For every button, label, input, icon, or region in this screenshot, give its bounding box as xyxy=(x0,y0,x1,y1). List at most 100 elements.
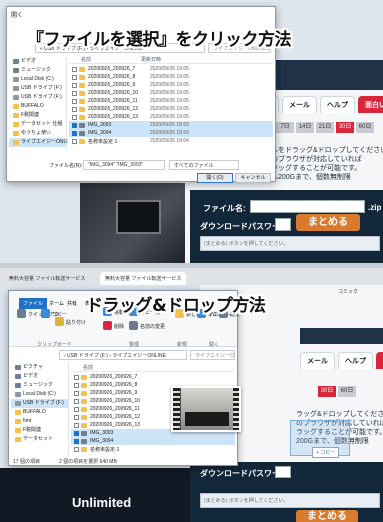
browser-tab-active[interactable]: 無料大容量 ファイル転送サービス xyxy=(100,272,187,285)
tab-help[interactable]: ヘルプ xyxy=(320,96,355,113)
merge-button[interactable]: まとめる xyxy=(296,510,358,522)
password-input[interactable] xyxy=(275,218,291,231)
file-type-select[interactable]: すべてのファイル xyxy=(169,160,239,170)
file-icon xyxy=(79,114,85,120)
row-checkbox[interactable] xyxy=(72,122,77,128)
row-checkbox[interactable] xyxy=(72,82,77,88)
file-row[interactable]: 名称未設定-1 2020/09/26 19:04 xyxy=(69,137,273,145)
merge-button[interactable]: まとめる xyxy=(296,214,360,231)
tab-mail[interactable]: メール xyxy=(282,96,317,113)
tab-mail[interactable]: メール xyxy=(300,352,335,369)
row-checkbox[interactable] xyxy=(74,438,79,444)
day-option[interactable]: 21日 xyxy=(316,122,334,133)
bookmark[interactable]: コミック xyxy=(338,288,358,295)
ribbon-item-label[interactable]: 削除 xyxy=(114,323,124,330)
row-checkbox[interactable] xyxy=(72,114,77,120)
row-checkbox[interactable] xyxy=(74,406,79,412)
nav-item[interactable]: ライブエイジーONLI xyxy=(9,138,68,147)
nav-item[interactable]: font xyxy=(11,417,68,426)
file-row[interactable]: 20200926_200926_10 2020/09/26 19:05 xyxy=(69,89,273,97)
file-icon xyxy=(81,382,87,388)
nav-item[interactable]: データセット 仕組 xyxy=(9,120,66,129)
nav-item[interactable]: ミュージック xyxy=(11,381,68,390)
file-row[interactable]: 20200926_200926_8 2020/09/26 19:05 xyxy=(69,73,273,81)
tab-funny-videos[interactable]: 面白い動画 xyxy=(376,352,383,369)
ribbon-tab-file[interactable]: ファイル xyxy=(19,298,48,309)
row-checkbox[interactable] xyxy=(72,66,77,72)
row-checkbox[interactable] xyxy=(74,374,79,380)
nav-item[interactable]: ビデオ xyxy=(11,372,68,381)
pin-icon[interactable] xyxy=(17,309,26,318)
cancel-button[interactable]: キャンセル xyxy=(235,173,271,183)
nav-item[interactable]: Local Disk (C:) xyxy=(11,390,68,399)
file-row-selected[interactable]: IMG_3094 2020/09/26 18:59 xyxy=(69,129,273,137)
nav-item[interactable]: USB ドライブ (F:) xyxy=(11,399,68,408)
file-row[interactable]: 20200926_200926_12 2020/09/26 19:05 xyxy=(69,105,273,113)
filename-input[interactable]: "IMG_3094" "IMG_3093" xyxy=(83,160,165,170)
row-checkbox[interactable] xyxy=(72,130,77,136)
nav-item[interactable]: F税関連 xyxy=(11,426,68,435)
file-row[interactable]: 20200926_200926_7 2020/09/26 19:05 xyxy=(69,65,273,73)
file-row-selected[interactable]: IMG_3094 xyxy=(71,437,235,445)
nav-item[interactable]: BUFFALO xyxy=(11,408,68,417)
nav-item[interactable]: ミュージック xyxy=(9,66,66,75)
nav-item[interactable]: ビデオ xyxy=(9,57,66,66)
column-date[interactable]: 更新日時 xyxy=(141,56,161,63)
tab-help[interactable]: ヘルプ xyxy=(338,352,373,369)
file-row[interactable]: 20200926_200926_7 xyxy=(71,373,235,381)
delete-icon[interactable] xyxy=(103,321,112,330)
nav-item[interactable]: F税関連 xyxy=(9,111,66,120)
day-option[interactable]: 60日 xyxy=(356,122,374,133)
nav-item[interactable]: Local Disk (C:) xyxy=(9,75,66,84)
column-name[interactable]: 名前 xyxy=(71,364,93,371)
dragged-video-thumbnail[interactable] xyxy=(171,386,241,432)
row-checkbox[interactable] xyxy=(74,382,79,388)
search-box[interactable]: ライブエイジーONLINEの検索 xyxy=(190,350,235,360)
row-checkbox[interactable] xyxy=(74,446,79,452)
file-icon xyxy=(79,66,85,72)
ribbon-tab-share[interactable]: 共有 xyxy=(63,298,81,309)
address-bar[interactable]: › USB ドライブ (F:) › ライブエイジーONLINE xyxy=(59,350,187,360)
file-row[interactable]: 20200926_200926_11 2020/09/26 19:05 xyxy=(69,97,273,105)
row-checkbox[interactable] xyxy=(74,398,79,404)
nav-item[interactable]: ピクチャ xyxy=(11,363,68,372)
nav-item[interactable]: ゆうちょ使い xyxy=(9,129,66,138)
row-checkbox[interactable] xyxy=(72,138,77,144)
day-option-selected[interactable]: 30日 xyxy=(336,122,354,133)
copy-icon[interactable] xyxy=(41,309,50,318)
row-checkbox[interactable] xyxy=(74,414,79,420)
ribbon-item-label[interactable]: 名前の変更 xyxy=(140,323,165,330)
file-row[interactable]: 名称未設定-1 xyxy=(71,445,235,453)
site-tabs: ド メール ヘルプ 面白い動画 xyxy=(258,96,383,113)
password-input[interactable] xyxy=(275,466,291,478)
rename-icon[interactable] xyxy=(129,321,138,330)
row-checkbox[interactable] xyxy=(74,430,79,436)
nav-item[interactable]: USB ドライブ (F:) xyxy=(9,93,66,102)
row-checkbox[interactable] xyxy=(72,90,77,96)
day-option[interactable]: 7日 xyxy=(276,122,294,133)
row-checkbox[interactable] xyxy=(72,106,77,112)
nav-item[interactable]: USB ドライブ (F:) xyxy=(9,84,66,93)
nav-item[interactable]: データセット xyxy=(11,435,68,444)
tab-funny-videos[interactable]: 面白い動画 xyxy=(358,96,383,113)
file-name-input[interactable] xyxy=(250,200,365,213)
drive-icon xyxy=(13,86,19,91)
nav-item-label: ミュージック xyxy=(21,67,51,73)
day-option-selected[interactable]: 30日 xyxy=(318,386,336,397)
file-row[interactable]: 20200926_200926_13 2020/09/26 19:05 xyxy=(69,113,273,121)
column-name[interactable]: 名前 xyxy=(69,56,141,63)
browser-tab[interactable]: 無料大容量 ファイル転送サービス xyxy=(4,272,90,285)
nav-item[interactable]: BUFFALO xyxy=(9,102,66,111)
file-row-selected[interactable]: IMG_3093 2020/09/26 18:59 xyxy=(69,121,273,129)
row-checkbox[interactable] xyxy=(72,74,77,80)
open-button[interactable]: 開く(O) xyxy=(197,173,233,183)
row-checkbox[interactable] xyxy=(74,422,79,428)
file-row[interactable]: 20200926_200926_9 2020/09/26 19:05 xyxy=(69,81,273,89)
ribbon-item-label[interactable]: 貼り付け xyxy=(66,319,86,326)
day-option[interactable]: 14日 xyxy=(296,122,314,133)
row-checkbox[interactable] xyxy=(74,390,79,396)
row-checkbox[interactable] xyxy=(72,98,77,104)
file-list: 名前 更新日時 20200926_200926_7 2020/09/26 19:0… xyxy=(69,55,273,152)
paste-icon[interactable] xyxy=(55,317,64,326)
day-option[interactable]: 60日 xyxy=(338,386,356,397)
